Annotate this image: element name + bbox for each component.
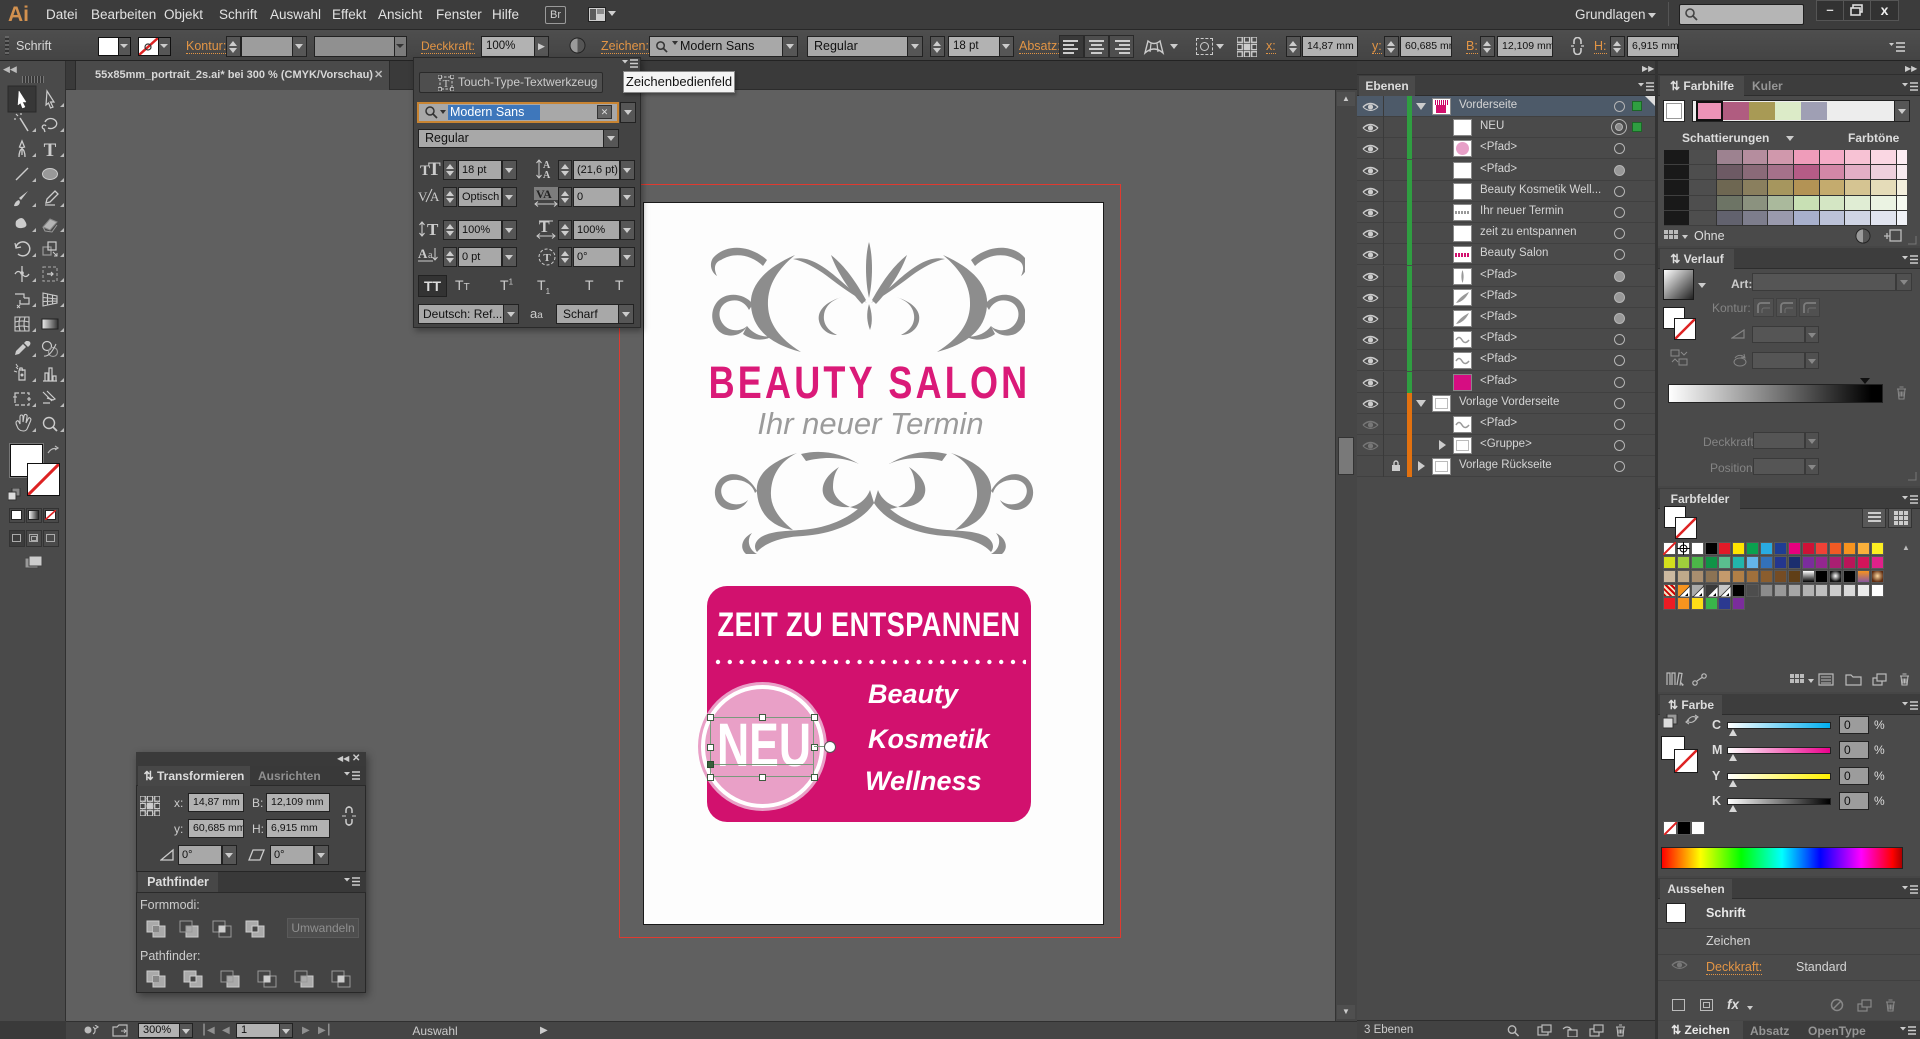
svg-text:A: A [543,170,551,180]
svg-text:T: T [428,160,441,178]
svg-text:T: T [539,219,550,236]
svg-text:a: a [428,250,433,261]
svg-text:T: T [443,78,450,90]
svg-text:A: A [418,246,428,261]
svg-text:T: T [44,140,57,161]
svg-text:T: T [427,220,439,239]
svg-text:VA: VA [536,187,552,201]
svg-text:T: T [543,252,551,264]
svg-text:A: A [430,189,440,204]
